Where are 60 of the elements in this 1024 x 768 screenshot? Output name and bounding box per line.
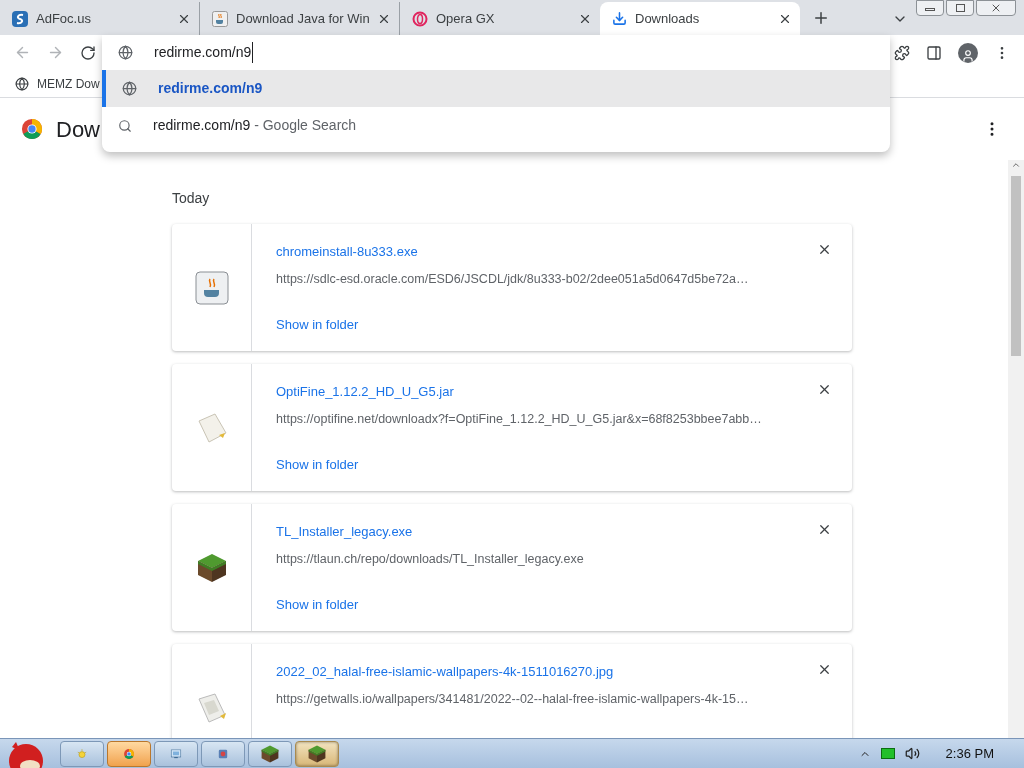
- bookmark[interactable]: MEMZ Dow: [37, 74, 100, 93]
- chrome-logo-icon: [21, 118, 43, 140]
- download-icon: [612, 11, 627, 26]
- tab-title: AdFoc.us: [36, 9, 92, 28]
- globe-icon: [118, 45, 133, 60]
- section-heading: Today: [172, 189, 211, 208]
- reload-icon[interactable]: [80, 44, 96, 61]
- restore-button[interactable]: [946, 0, 974, 16]
- scroll-up-icon[interactable]: [1011, 160, 1021, 170]
- scrollbar[interactable]: [1008, 160, 1024, 738]
- file-url: https://sdlc-esd.oracle.com/ESD6/JSCDL/jdk/8u333-b02/2dee051a5d0647d5be72a…: [276, 270, 750, 288]
- browser-tab[interactable]: Opera GX: [400, 2, 600, 35]
- tab-title: Opera GX: [436, 9, 496, 28]
- close-icon: [990, 2, 1002, 14]
- new-tab-icon[interactable]: [812, 9, 830, 27]
- file-url: https://optifine.net/downloadx?f=OptiFine_1.12.2_HD_U_G5.jar&x=68f8253bbee7abb…: [276, 410, 763, 428]
- show-in-folder-link[interactable]: Show in folder: [276, 455, 359, 475]
- search-icon: [118, 118, 132, 133]
- show-in-folder-link[interactable]: Show in folder: [276, 315, 359, 335]
- ring-icon: [412, 10, 428, 27]
- app-icon: [217, 748, 229, 759]
- show-in-folder-link[interactable]: Show in folder: [276, 595, 359, 615]
- close-button[interactable]: [976, 0, 1016, 16]
- globe-icon: [122, 81, 137, 96]
- minimize-button[interactable]: [916, 0, 944, 16]
- grass-block-icon: [260, 743, 280, 764]
- page-title: Dow: [56, 115, 100, 144]
- remove-icon[interactable]: [817, 662, 832, 677]
- file-url: https://getwalls.io/wallpapers/341481/2022--02--halal-free-islamic-wallpapers-4k-15…: [276, 690, 750, 708]
- file-name-link[interactable]: OptiFine_1.12.2_HD_U_G5.jar: [276, 382, 454, 402]
- swirl-icon: [12, 10, 28, 27]
- taskbar-button[interactable]: [295, 740, 339, 767]
- tab-title: Download Java for Win: [236, 9, 369, 28]
- file-name-link[interactable]: chromeinstall-8u333.exe: [276, 242, 418, 262]
- clock[interactable]: 2:36 PM: [945, 743, 994, 764]
- taskbar-button[interactable]: [248, 740, 292, 767]
- suggestion-row[interactable]: redirme.com/n9: [102, 70, 890, 107]
- side-panel-icon[interactable]: [926, 44, 942, 61]
- grass-block-icon: [195, 551, 228, 584]
- file-url: https://tlaun.ch/repo/downloads/TL_Installer_legacy.exe: [276, 550, 585, 568]
- coffee-cup-icon: [212, 10, 228, 27]
- remove-icon[interactable]: [817, 522, 832, 537]
- scrollbar-thumb[interactable]: [1011, 176, 1021, 356]
- file-name-link[interactable]: TL_Installer_legacy.exe: [276, 522, 413, 542]
- tab-title: Downloads: [635, 9, 701, 28]
- extensions-icon[interactable]: [894, 44, 910, 61]
- network-icon[interactable]: [880, 748, 895, 759]
- browser-tab[interactable]: Downloads: [600, 2, 800, 35]
- profile-avatar[interactable]: [958, 42, 978, 63]
- screen-icon: [170, 748, 182, 759]
- chrome-logo-icon: [123, 748, 135, 759]
- grass-block-icon: [307, 743, 327, 764]
- globe-icon: [15, 76, 29, 91]
- remove-icon[interactable]: [817, 242, 832, 257]
- address-field[interactable]: redirme.com/n9: [102, 35, 890, 70]
- volume-icon[interactable]: [904, 746, 920, 761]
- coffee-cup-icon: [194, 270, 229, 305]
- file-name-link[interactable]: 2022_02_halal-free-islamic-wallpapers-4k-1511016270.jpg: [276, 662, 614, 682]
- remove-icon[interactable]: [817, 382, 832, 397]
- suggestion-row[interactable]: redirme.com/n9 - Google Search: [102, 107, 890, 144]
